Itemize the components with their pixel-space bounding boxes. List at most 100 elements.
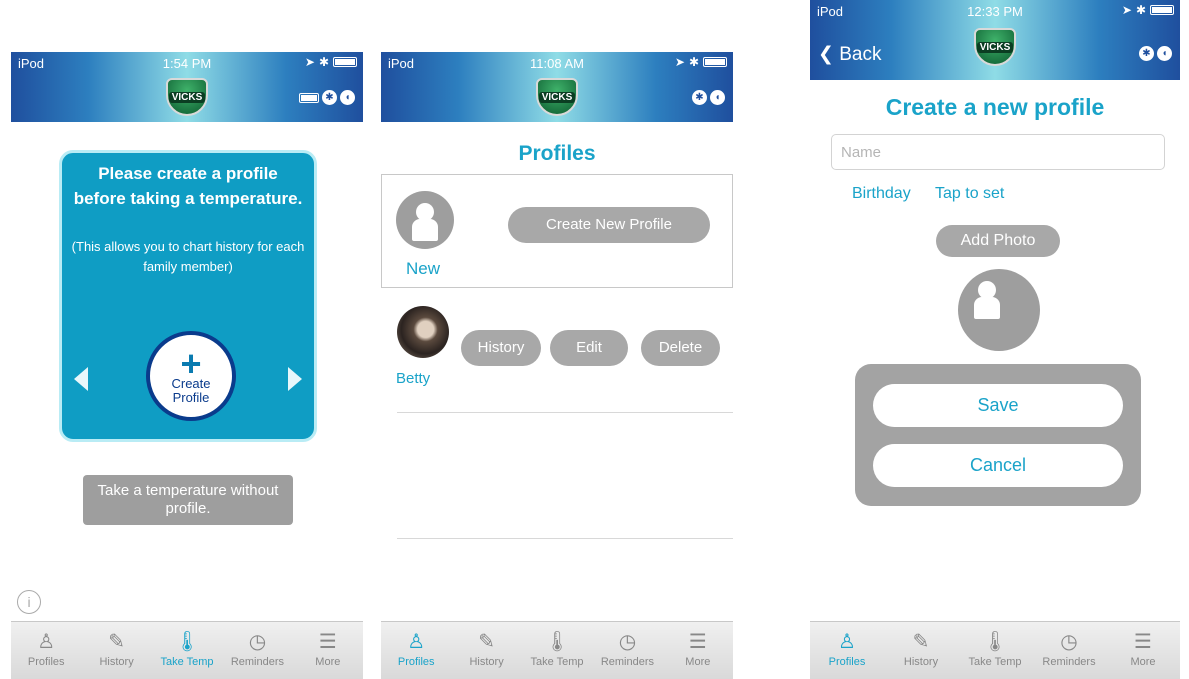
tab-reminders[interactable]: ◷ Reminders	[222, 622, 292, 679]
device-icons[interactable]: ✱ ◖	[692, 90, 725, 105]
bluetooth-icon: ✱	[692, 90, 707, 105]
tab-take-temp[interactable]: 🌡 Take Temp	[522, 622, 592, 679]
clock-icon: ◷	[248, 631, 267, 653]
clock-icon: ◷	[1060, 631, 1078, 653]
back-button[interactable]: ❮ Back	[818, 43, 881, 66]
thermometer-battery-icon	[299, 93, 319, 103]
history-button[interactable]: History	[461, 330, 541, 366]
name-input[interactable]	[831, 134, 1165, 170]
thermometer-device-icon: ◖	[1157, 46, 1172, 61]
notepad-icon: ✎	[912, 631, 930, 653]
tab-label: Profiles	[828, 656, 866, 668]
device-icons[interactable]: ✱ ◖	[299, 90, 355, 105]
menu-icon: ☰	[318, 631, 337, 653]
new-profile-label: New	[406, 259, 441, 278]
create-profile-prompt: Please create a profile before taking a …	[59, 150, 317, 442]
bluetooth-status-icon: ✱	[688, 55, 699, 69]
tab-profiles[interactable]: ♙ Profiles	[810, 622, 884, 679]
tab-bar: ♙ Profiles ✎ History 🌡 Take Temp ◷ Reminders…	[381, 621, 733, 679]
plus-icon: +	[180, 343, 202, 384]
edit-button[interactable]: Edit	[550, 330, 628, 366]
bluetooth-status-icon: ✱	[318, 55, 329, 69]
thermometer-device-icon: ◖	[710, 90, 725, 105]
tab-reminders[interactable]: ◷ Reminders	[1032, 622, 1106, 679]
tab-label: Take Temp	[530, 656, 584, 668]
header-bar: iPod 1:54 PM ➤ ✱ VICKS ✱ ◖	[11, 52, 363, 122]
tab-label: Profiles	[27, 656, 65, 668]
notepad-icon: ✎	[108, 631, 125, 653]
tab-label: Reminders	[230, 656, 285, 668]
tab-take-temp[interactable]: 🌡 Take Temp	[958, 622, 1032, 679]
chevron-left-icon: ❮	[818, 44, 834, 65]
screen-take-temp: iPod 1:54 PM ➤ ✱ VICKS ✱ ◖ Please create …	[11, 0, 363, 679]
info-icon[interactable]: i	[17, 590, 41, 614]
divider	[397, 538, 733, 539]
avatar-placeholder-icon[interactable]	[958, 269, 1040, 351]
bluetooth-icon: ✱	[1139, 46, 1154, 61]
profile-name: Betty	[396, 370, 431, 387]
delete-button[interactable]: Delete	[641, 330, 720, 366]
save-button[interactable]: Save	[873, 384, 1123, 427]
vicks-logo: VICKS	[974, 28, 1016, 66]
tab-label: Take Temp	[160, 656, 214, 668]
tab-label: More	[1130, 656, 1156, 668]
arrow-right-icon[interactable]	[288, 367, 302, 391]
create-new-profile-button[interactable]: Create New Profile	[508, 207, 710, 243]
bluetooth-icon: ✱	[322, 90, 337, 105]
tab-history[interactable]: ✎ History	[81, 622, 151, 679]
arrow-left-icon[interactable]	[74, 367, 88, 391]
tab-profiles[interactable]: ♙ Profiles	[11, 622, 81, 679]
tab-label: Reminders	[1042, 656, 1096, 668]
create-label-2: Profile	[172, 390, 210, 405]
tab-history[interactable]: ✎ History	[884, 622, 958, 679]
page-title: Profiles	[518, 142, 596, 165]
logo-text: VICKS	[538, 91, 576, 103]
person-icon: ♙	[407, 631, 426, 653]
tab-bar: ♙ Profiles ✎ History 🌡 Take Temp ◷ Reminders…	[810, 621, 1180, 679]
page-title: Create a new profile	[885, 94, 1105, 120]
thermometer-icon: 🌡	[174, 631, 200, 653]
tab-reminders[interactable]: ◷ Reminders	[592, 622, 662, 679]
logo-text: VICKS	[168, 91, 206, 103]
take-temp-without-profile-button[interactable]: Take a temperature without profile.	[83, 475, 293, 525]
tab-more[interactable]: ☰ More	[1106, 622, 1180, 679]
thermometer-icon: 🌡	[544, 631, 570, 653]
tab-bar: ♙ Profiles ✎ History 🌡 Take Temp ◷ Reminders…	[11, 621, 363, 679]
tab-label: Reminders	[600, 656, 655, 668]
tab-label: Take Temp	[968, 656, 1022, 668]
birthday-label: Birthday	[852, 185, 911, 202]
location-icon: ➤	[1121, 3, 1132, 17]
device-icons[interactable]: ✱ ◖	[1139, 46, 1172, 61]
cancel-button[interactable]: Cancel	[873, 444, 1123, 487]
action-sheet: Save Cancel	[855, 364, 1141, 506]
logo-text: VICKS	[976, 41, 1014, 53]
tab-profiles[interactable]: ♙ Profiles	[381, 622, 451, 679]
tab-history[interactable]: ✎ History	[451, 622, 521, 679]
menu-icon: ☰	[1134, 631, 1152, 653]
add-photo-button[interactable]: Add Photo	[936, 225, 1060, 257]
divider	[397, 412, 733, 413]
location-icon: ➤	[304, 55, 315, 69]
prompt-note: (This allows you to chart history for ea…	[71, 239, 305, 274]
battery-icon	[703, 57, 727, 67]
profile-photo-avatar[interactable]	[397, 306, 449, 358]
battery-icon	[333, 57, 357, 67]
tab-label: More	[315, 656, 341, 668]
tab-label: History	[99, 656, 134, 668]
header-bar: iPod 12:33 PM ➤ ✱ ❮ Back VICKS ✱ ◖	[810, 0, 1180, 80]
birthday-picker[interactable]: Tap to set	[935, 185, 1004, 203]
create-profile-button[interactable]: + Create Profile	[146, 331, 236, 421]
back-label: Back	[839, 44, 882, 65]
clock-icon: ◷	[618, 631, 637, 653]
person-icon: ♙	[838, 631, 856, 653]
tab-more[interactable]: ☰ More	[663, 622, 733, 679]
status-right: ➤ ✱	[675, 55, 727, 69]
tab-label: Profiles	[397, 656, 435, 668]
status-right: ➤ ✱	[305, 55, 357, 69]
status-right: ➤ ✱	[1122, 3, 1174, 17]
tab-more[interactable]: ☰ More	[293, 622, 363, 679]
prompt-message: Please create a profile before taking a …	[73, 164, 303, 208]
tab-take-temp[interactable]: 🌡 Take Temp	[152, 622, 222, 679]
new-profile-row: New Create New Profile	[381, 174, 733, 288]
tab-label: History	[903, 656, 939, 668]
